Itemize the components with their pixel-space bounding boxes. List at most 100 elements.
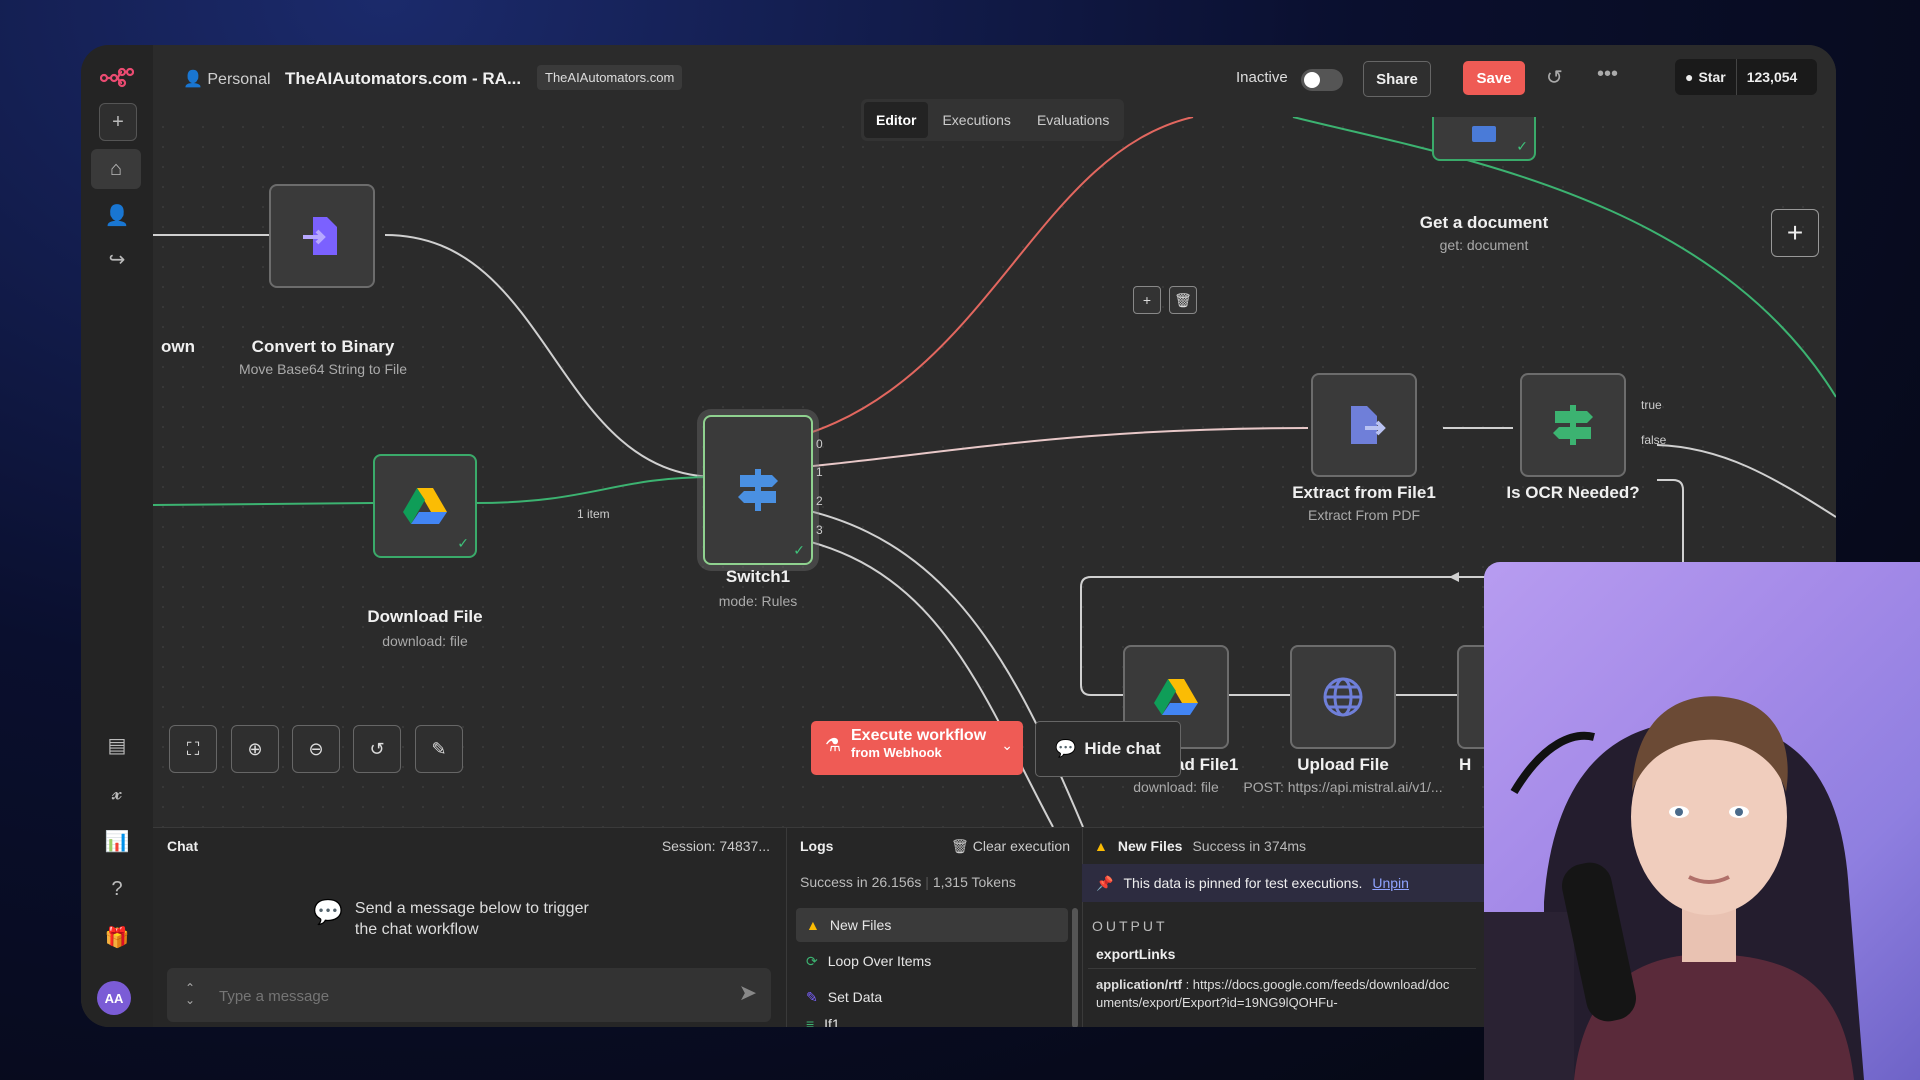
node-convert-to-binary[interactable] — [269, 184, 375, 288]
insights-chart-icon[interactable]: 📊 — [99, 823, 135, 859]
zoom-out-button[interactable]: ⊖ — [292, 725, 340, 773]
pin-icon: 📌 — [1096, 874, 1114, 891]
logs-scrollbar[interactable] — [1072, 908, 1078, 1027]
node-title: Convert to Binary — [251, 337, 395, 356]
output-key: application/rtf — [1096, 977, 1182, 992]
switch-output-2: 2 — [816, 494, 823, 508]
hide-chat-button[interactable]: 💬 Hide chat — [1035, 721, 1181, 777]
node-subtitle: POST: https://api.mistral.ai/v1/... — [1243, 779, 1443, 795]
n8n-logo-icon[interactable] — [99, 59, 135, 95]
save-button[interactable]: Save — [1463, 61, 1525, 95]
clear-execution-button[interactable]: 🗑 Clear execution — [951, 838, 1070, 855]
create-new-button[interactable]: + — [99, 103, 137, 141]
log-item[interactable]: ⟳ Loop Over Items — [796, 944, 1068, 978]
zoom-in-button[interactable]: ⊕ — [231, 725, 279, 773]
add-node-button[interactable]: + — [1133, 286, 1161, 314]
sidebar: + ⌂ 👤 ↪ ▤ 𝔁 📊 ? 🎁 AA — [81, 45, 154, 1027]
success-check-icon: ✓ — [1516, 138, 1528, 154]
trash-icon: 🗑 — [951, 838, 973, 854]
github-star-button[interactable]: ● Star 123,054 — [1675, 59, 1817, 95]
node-title: Download File — [367, 607, 483, 626]
partial-node-title: own — [161, 337, 195, 356]
broom-icon: ✎ — [431, 738, 447, 759]
globe-http-icon — [1323, 677, 1363, 717]
node-partial-right[interactable] — [1457, 645, 1487, 749]
log-item[interactable]: ✎ Set Data — [796, 980, 1068, 1014]
undo-icon: ↺ — [369, 738, 385, 759]
if-branch-icon — [1553, 405, 1593, 445]
github-icon: ● — [1685, 69, 1694, 85]
delete-connection-icon[interactable]: 🗑 — [1169, 286, 1197, 314]
chevron-updown-icon[interactable]: ⌃ ⌄ — [185, 982, 195, 1006]
more-options-icon[interactable]: ••• — [1597, 63, 1618, 86]
node-title: Extract from File1 — [1292, 483, 1436, 502]
chat-hint: Send a message below to trigger the chat… — [354, 900, 589, 938]
send-icon[interactable]: ➤ — [739, 980, 757, 1006]
log-item[interactable]: ▲ New Files — [796, 908, 1068, 942]
logs-panel: Logs 🗑 Clear execution Success in 26.156… — [786, 828, 1083, 1027]
google-drive-icon — [1154, 679, 1198, 715]
node-title: Get a document — [1419, 213, 1549, 232]
zoom-in-icon: ⊕ — [247, 738, 263, 759]
node-title: Upload File — [1297, 755, 1389, 774]
tab-editor[interactable]: Editor — [864, 102, 929, 138]
tab-evaluations[interactable]: Evaluations — [1025, 102, 1121, 138]
output-node-name: New Files — [1117, 838, 1183, 854]
chat-message-input-container: ⌃⌄ ➤ — [167, 968, 771, 1022]
logs-tokens: 1,315 Tokens — [932, 874, 1016, 890]
breadcrumb-project[interactable]: 👤 Personal — [183, 69, 271, 89]
gift-icon[interactable]: 🎁 — [99, 919, 135, 955]
chat-session-id[interactable]: Session: 74837... — [662, 838, 770, 854]
help-icon[interactable]: ? — [99, 871, 135, 907]
node-get-a-document[interactable]: ✓ — [1432, 117, 1536, 161]
workflow-tag[interactable]: TheAIAutomators.com — [537, 65, 683, 90]
variables-icon[interactable]: 𝔁 — [99, 775, 135, 811]
avatar[interactable]: AA — [97, 981, 131, 1015]
success-check-icon: ✓ — [457, 535, 469, 551]
presenter-video-image — [1484, 696, 1864, 1080]
google-drive-icon: ▲ — [1094, 838, 1108, 854]
share-arrow-icon[interactable]: ↪ — [99, 241, 135, 277]
node-title: Is OCR Needed? — [1506, 483, 1640, 502]
logs-panel-title: Logs — [800, 838, 834, 854]
reset-zoom-button[interactable]: ↺ — [353, 725, 401, 773]
file-extract-icon — [1351, 406, 1386, 444]
user-icon[interactable]: 👤 — [99, 197, 135, 233]
home-icon[interactable]: ⌂ — [91, 149, 141, 189]
active-status-label: Inactive — [1236, 69, 1288, 86]
chevron-down-icon[interactable]: ⌄ — [1001, 737, 1013, 754]
node-upload-file[interactable] — [1290, 645, 1396, 749]
file-convert-icon — [303, 217, 337, 255]
if-branch-icon: ≡ — [806, 1016, 815, 1027]
fit-view-button[interactable]: ⛶ — [169, 725, 217, 773]
node-download-file[interactable]: ✓ — [373, 454, 477, 558]
pencil-icon: ✎ — [806, 988, 818, 1005]
chat-message-input[interactable] — [217, 980, 681, 1012]
open-nodes-panel-button[interactable]: + — [1771, 209, 1819, 257]
switch-output-3: 3 — [816, 523, 823, 537]
node-subtitle: download: file — [382, 633, 468, 649]
output-section-label: OUTPUT — [1092, 918, 1168, 934]
webcam-presenter-overlay — [1484, 562, 1920, 1080]
node-extract-from-file1[interactable] — [1311, 373, 1417, 477]
node-switch1[interactable]: ✓ — [703, 415, 813, 565]
share-button[interactable]: Share — [1363, 61, 1431, 97]
log-item[interactable]: ≡ If1 — [796, 1016, 1068, 1027]
templates-icon[interactable]: ▤ — [99, 727, 135, 763]
switch-output-1: 1 — [816, 465, 823, 479]
tidy-up-button[interactable]: ✎ — [415, 725, 463, 773]
output-field-header: exportLinks — [1088, 946, 1476, 969]
active-toggle[interactable] — [1301, 69, 1343, 91]
node-title: H — [1459, 755, 1472, 774]
tab-executions[interactable]: Executions — [930, 102, 1022, 138]
execute-workflow-button[interactable]: ⚗ Execute workflow from Webhook ⌄ — [811, 721, 1023, 775]
logs-duration: Success in 26.156s — [800, 874, 922, 890]
node-is-ocr-needed[interactable] — [1520, 373, 1626, 477]
workflow-name[interactable]: TheAIAutomators.com - RA... — [285, 69, 521, 89]
unpin-link[interactable]: Unpin — [1372, 875, 1409, 891]
chat-bubble-icon: 💬 — [313, 899, 343, 926]
flask-icon: ⚗ — [825, 735, 842, 755]
success-check-icon: ✓ — [793, 542, 805, 558]
history-icon[interactable]: ↺ — [1546, 65, 1563, 90]
google-drive-icon: ▲ — [806, 917, 820, 933]
